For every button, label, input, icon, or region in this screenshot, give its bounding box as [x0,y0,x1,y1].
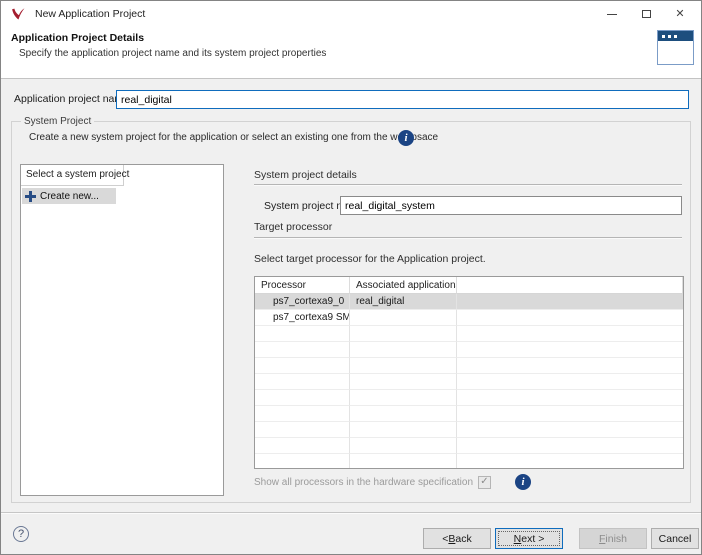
system-project-name-input[interactable] [340,196,682,215]
target-processor-title: Target processor [254,221,333,233]
close-button[interactable]: ✕ [663,1,697,27]
column-header-processor[interactable]: Processor [255,277,350,294]
system-project-description: Create a new system project for the appl… [29,132,439,143]
table-row [255,422,683,438]
help-icon[interactable]: ? [13,526,29,542]
processor-table-header: Processor Associated applications [255,277,683,294]
system-project-list: Select a system project Create new... [20,164,224,496]
section-divider [254,184,682,186]
footer-divider [1,512,701,514]
minimize-icon [607,13,617,15]
table-row [255,342,683,358]
check-icon: ✓ [480,476,489,487]
wizard-banner: Application Project Details Specify the … [1,27,701,79]
system-project-group-label: System Project [21,116,95,127]
page-title: Application Project Details [11,32,145,44]
back-button[interactable]: < Back [423,528,491,549]
show-all-processors-checkbox[interactable]: ✓ [478,475,491,489]
page-subtitle: Specify the application project name and… [19,48,327,59]
next-button[interactable]: Next > [495,528,563,549]
table-row[interactable]: ps7_cortexa9 SMP [255,310,683,326]
plus-icon [25,190,36,202]
maximize-button[interactable] [629,1,663,27]
table-row [255,406,683,422]
list-item-create-new[interactable]: Create new... [22,188,116,204]
table-row [255,326,683,342]
show-all-processors-label: Show all processors in the hardware spec… [254,476,473,488]
processor-table: Processor Associated applications ps7_co… [254,276,684,469]
target-processor-instruction: Select target processor for the Applicat… [254,253,486,265]
system-project-details-title: System project details [254,169,357,181]
table-row [255,390,683,406]
column-header-associated-applications[interactable]: Associated applications [350,277,457,294]
title-bar: New Application Project ✕ [1,1,701,27]
close-icon: ✕ [675,7,685,20]
table-row [255,374,683,390]
table-row [255,358,683,374]
cancel-button[interactable]: Cancel [651,528,699,549]
minimize-button[interactable] [595,1,629,27]
info-icon[interactable]: i [398,130,414,146]
system-project-list-header: Select a system project [21,165,129,186]
processor-table-body: ps7_cortexa9_0 real_digital ps7_cortexa9 S… [255,294,683,468]
table-row [255,454,683,468]
new-application-project-dialog: New Application Project ✕ Application Pr… [0,0,702,555]
table-row[interactable]: ps7_cortexa9_0 real_digital [255,294,683,310]
application-window-icon [657,30,694,65]
info-icon[interactable]: i [515,474,531,490]
finish-button[interactable]: Finish [579,528,647,549]
system-project-group: System Project Create a new system proje… [11,116,691,503]
app-project-name-input[interactable] [116,90,689,109]
section-divider [254,237,682,239]
maximize-icon [641,10,651,18]
show-all-processors-row: Show all processors in the hardware spec… [254,474,531,490]
app-project-name-label: Application project name: [14,93,132,105]
list-item-label: Create new... [40,190,99,202]
xilinx-logo-icon [12,7,25,20]
window-title: New Application Project [35,8,146,20]
table-row [255,438,683,454]
